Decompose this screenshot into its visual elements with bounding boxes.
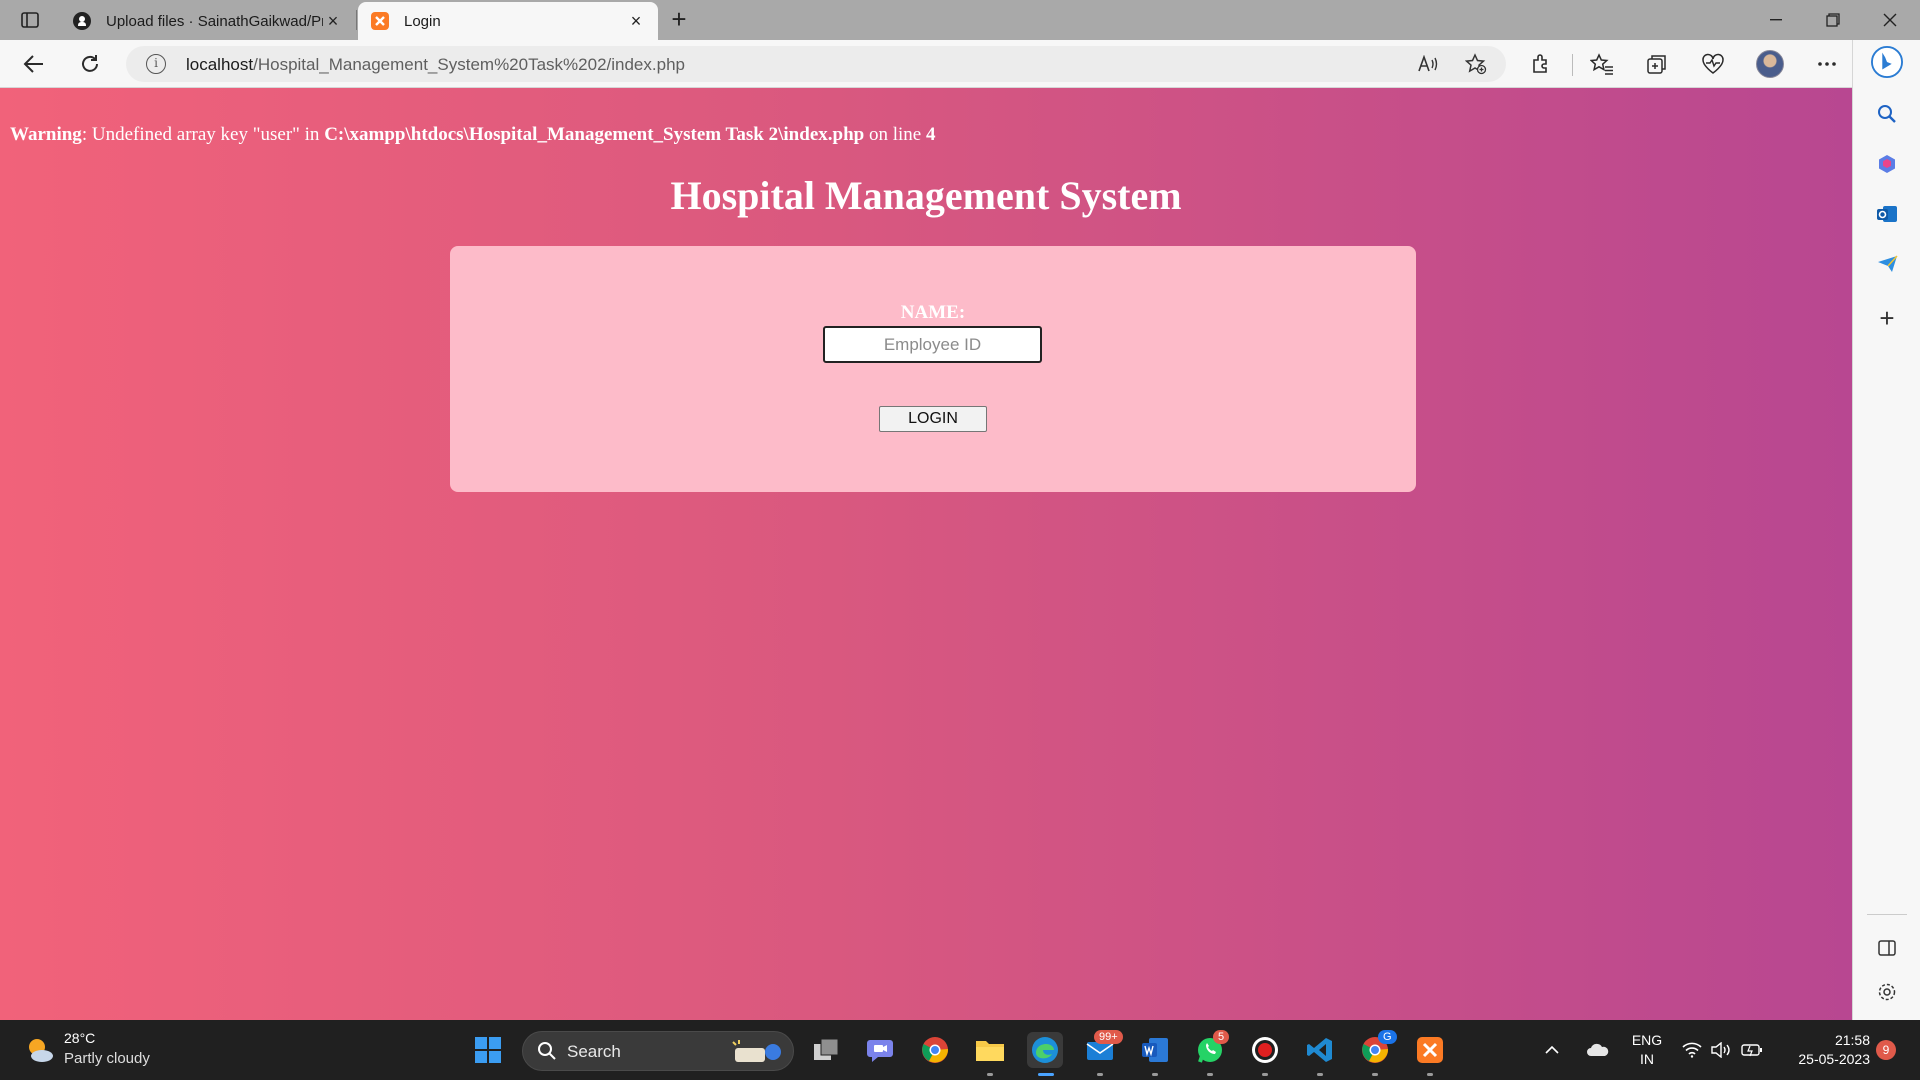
- whatsapp-badge: 5: [1213, 1030, 1230, 1044]
- task-view-icon[interactable]: [808, 1032, 844, 1068]
- tab-actions-icon[interactable]: [14, 7, 46, 33]
- employee-id-input[interactable]: [823, 326, 1042, 363]
- search-highlight-icon: [729, 1038, 787, 1071]
- close-tab-icon[interactable]: ×: [323, 11, 343, 31]
- running-indicator: [1427, 1073, 1433, 1076]
- clock-time[interactable]: 21:58: [1776, 1032, 1870, 1048]
- url-text[interactable]: localhost/Hospital_Management_System%20T…: [186, 55, 685, 75]
- outlook-icon[interactable]: [1871, 198, 1903, 230]
- new-tab-icon[interactable]: +: [665, 6, 693, 34]
- volume-icon[interactable]: [1708, 1032, 1736, 1068]
- collections-icon[interactable]: [1641, 48, 1673, 80]
- word-icon[interactable]: [1137, 1032, 1173, 1068]
- running-indicator: [1207, 1073, 1213, 1076]
- browser-essentials-icon[interactable]: [1697, 48, 1729, 80]
- weather-description[interactable]: Partly cloudy: [64, 1050, 150, 1067]
- running-indicator: [1262, 1073, 1268, 1076]
- running-indicator: [1317, 1073, 1323, 1076]
- xampp-icon: [370, 11, 390, 31]
- bing-copilot-icon[interactable]: [1871, 46, 1903, 78]
- tab-title: Login: [404, 12, 441, 30]
- xampp-icon[interactable]: [1412, 1032, 1448, 1068]
- windows-taskbar: 28°C Partly cloudy Search 99+ 5 G ENG IN…: [0, 1020, 1920, 1080]
- tab-strip: Upload files · SainathGaikwad/Pr × Login…: [0, 0, 1920, 40]
- back-icon[interactable]: [18, 48, 50, 80]
- browser-toolbar: i localhost/Hospital_Management_System%2…: [0, 40, 1920, 88]
- microsoft365-icon[interactable]: [1871, 148, 1903, 180]
- extensions-icon[interactable]: [1525, 48, 1557, 80]
- battery-icon[interactable]: [1738, 1032, 1766, 1068]
- login-button[interactable]: LOGIN: [879, 406, 987, 432]
- drop-icon[interactable]: [1871, 248, 1903, 280]
- address-bar[interactable]: i localhost/Hospital_Management_System%2…: [126, 46, 1506, 82]
- onedrive-icon[interactable]: [1582, 1032, 1614, 1068]
- tab-title: Upload files · SainathGaikwad/Pr: [106, 12, 323, 30]
- tab-github-upload[interactable]: Upload files · SainathGaikwad/Pr ×: [60, 2, 355, 40]
- running-indicator: [1097, 1073, 1103, 1076]
- name-label: NAME:: [900, 302, 966, 323]
- search-icon[interactable]: [1871, 98, 1903, 130]
- add-sidebar-app-icon[interactable]: +: [1871, 302, 1903, 334]
- taskbar-search[interactable]: Search: [522, 1031, 794, 1071]
- more-menu-icon[interactable]: [1811, 48, 1843, 80]
- chrome-icon[interactable]: [917, 1032, 953, 1068]
- search-icon: [537, 1041, 557, 1066]
- read-aloud-icon[interactable]: [1416, 52, 1440, 76]
- login-form: NAME: LOGIN: [450, 246, 1416, 492]
- edge-icon[interactable]: [1027, 1032, 1063, 1068]
- teams-chat-icon[interactable]: [862, 1032, 898, 1068]
- language-top[interactable]: ENG: [1630, 1032, 1664, 1048]
- wifi-icon[interactable]: [1678, 1032, 1706, 1068]
- refresh-icon[interactable]: [74, 48, 106, 80]
- weather-temperature[interactable]: 28°C: [64, 1030, 95, 1046]
- page-viewport: Warning: Undefined array key "user" in C…: [0, 88, 1852, 1020]
- sidebar-divider: [1867, 914, 1907, 915]
- profile-avatar[interactable]: [1756, 50, 1784, 78]
- tab-separator: [356, 10, 357, 30]
- minimize-icon[interactable]: [1748, 0, 1804, 40]
- active-indicator: [1038, 1073, 1054, 1076]
- screen-recorder-icon[interactable]: [1247, 1032, 1283, 1068]
- add-favorite-icon[interactable]: [1464, 52, 1488, 76]
- search-label: Search: [567, 1042, 621, 1061]
- running-indicator: [1372, 1073, 1378, 1076]
- restore-icon[interactable]: [1805, 0, 1861, 40]
- favorites-icon[interactable]: [1586, 48, 1618, 80]
- tab-login[interactable]: Login ×: [358, 2, 658, 40]
- site-info-icon[interactable]: i: [146, 54, 166, 74]
- close-tab-icon[interactable]: ×: [626, 11, 646, 31]
- notification-badge[interactable]: 9: [1876, 1040, 1896, 1060]
- windows-start-icon[interactable]: [470, 1032, 506, 1068]
- running-indicator: [987, 1073, 993, 1076]
- page-title: Hospital Management System: [670, 173, 1182, 218]
- vscode-icon[interactable]: [1302, 1032, 1338, 1068]
- partly-cloudy-icon[interactable]: [24, 1034, 56, 1066]
- chevron-up-icon[interactable]: [1540, 1032, 1564, 1068]
- github-icon: [72, 11, 92, 31]
- hide-sidebar-icon[interactable]: [1871, 932, 1903, 964]
- chrome-profile-badge: G: [1378, 1030, 1397, 1044]
- mail-badge: 99+: [1094, 1030, 1123, 1044]
- settings-gear-icon[interactable]: [1871, 976, 1903, 1008]
- file-explorer-icon[interactable]: [972, 1032, 1008, 1068]
- language-bottom[interactable]: IN: [1630, 1051, 1664, 1067]
- running-indicator: [1152, 1073, 1158, 1076]
- edge-sidebar: +: [1852, 40, 1920, 1020]
- close-window-icon[interactable]: [1862, 0, 1918, 40]
- php-warning: Warning: Undefined array key "user" in C…: [10, 124, 936, 145]
- clock-date[interactable]: 25-05-2023: [1776, 1051, 1870, 1067]
- toolbar-divider: [1572, 54, 1573, 76]
